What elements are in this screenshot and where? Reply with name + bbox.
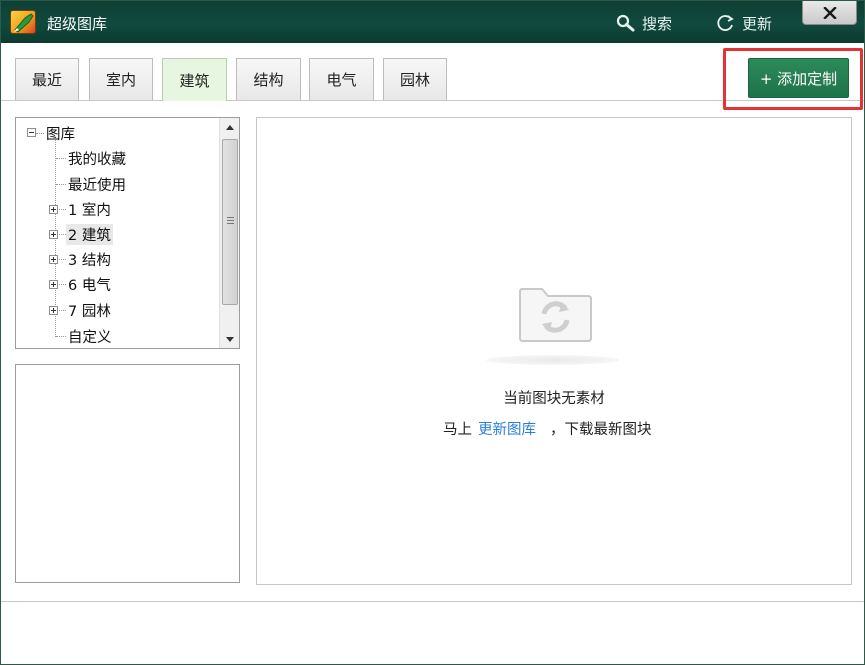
- tree-item-interior[interactable]: 1 室内: [66, 198, 113, 220]
- tree-item-architecture[interactable]: 2 建筑: [66, 223, 113, 245]
- icon-shadow: [486, 355, 619, 365]
- window-title: 超级图库: [47, 15, 108, 33]
- tree-list: 图库 我的收藏 最近使用 1 室内 2 建筑 3 结构 6 电气 7 园林 自定…: [16, 118, 219, 348]
- scrollbar-thumb[interactable]: [222, 139, 238, 305]
- collapse-icon[interactable]: [27, 128, 36, 137]
- app-logo-icon: [10, 10, 36, 34]
- tab-architecture[interactable]: 建筑: [162, 58, 227, 101]
- search-icon: [616, 14, 635, 32]
- expand-icon[interactable]: [49, 230, 58, 239]
- footer-divider: [1, 601, 864, 602]
- tab-structure[interactable]: 结构: [236, 58, 301, 100]
- tree-scrollbar[interactable]: [219, 118, 239, 348]
- tree-item-electrical[interactable]: 6 电气: [66, 273, 113, 295]
- tree-item-landscape[interactable]: 7 园林: [66, 299, 113, 321]
- block-content-panel: 当前图块无素材 马上 更新图库 ，下载最新图块: [256, 117, 852, 585]
- empty-state-hint: 马上 更新图库 ，下载最新图块: [443, 418, 652, 439]
- scroll-up-icon[interactable]: [220, 118, 239, 136]
- expand-icon[interactable]: [49, 205, 58, 214]
- folder-refresh-icon: [519, 288, 592, 342]
- hint-prefix: 马上: [443, 422, 472, 438]
- block-preview-panel: [15, 364, 240, 583]
- tab-landscape[interactable]: 园林: [383, 58, 447, 100]
- app-window: 超级图库 搜索 更新 最近 室内 建筑 结构 电气 园林 + 添加定制 图库 我…: [0, 0, 865, 665]
- update-label: 更新: [742, 14, 773, 33]
- tab-electrical[interactable]: 电气: [309, 58, 374, 100]
- tab-recent[interactable]: 最近: [15, 58, 79, 100]
- tree-item-structure[interactable]: 3 结构: [66, 248, 113, 270]
- search-button[interactable]: 搜索: [616, 12, 672, 34]
- hint-suffix: ，下载最新图块: [550, 422, 652, 438]
- expand-icon[interactable]: [49, 255, 58, 264]
- tree-item-recent[interactable]: 最近使用: [66, 173, 128, 195]
- library-tree: 图库 我的收藏 最近使用 1 室内 2 建筑 3 结构 6 电气 7 园林 自定…: [15, 117, 240, 349]
- tree-root[interactable]: 图库: [44, 122, 77, 144]
- scroll-down-icon[interactable]: [220, 330, 239, 348]
- grip-icon: [227, 217, 234, 224]
- close-icon: [822, 6, 837, 19]
- add-custom-button[interactable]: + 添加定制: [748, 58, 849, 98]
- tree-item-custom[interactable]: 自定义: [66, 325, 114, 347]
- expand-icon[interactable]: [49, 306, 58, 315]
- search-label: 搜索: [642, 14, 673, 33]
- update-button[interactable]: 更新: [716, 12, 772, 34]
- empty-state-title: 当前图块无素材: [503, 391, 605, 407]
- title-bar: 超级图库 搜索 更新: [1, 1, 864, 43]
- tab-interior[interactable]: 室内: [89, 58, 153, 100]
- tree-root-label: 图库: [46, 126, 75, 143]
- update-library-link[interactable]: 更新图库: [478, 422, 536, 438]
- category-tab-bar: 最近 室内 建筑 结构 电气 园林 + 添加定制: [1, 43, 864, 110]
- tree-item-favorites[interactable]: 我的收藏: [66, 147, 128, 169]
- refresh-icon: [717, 15, 734, 31]
- close-button[interactable]: [802, 1, 857, 25]
- expand-icon[interactable]: [49, 280, 58, 289]
